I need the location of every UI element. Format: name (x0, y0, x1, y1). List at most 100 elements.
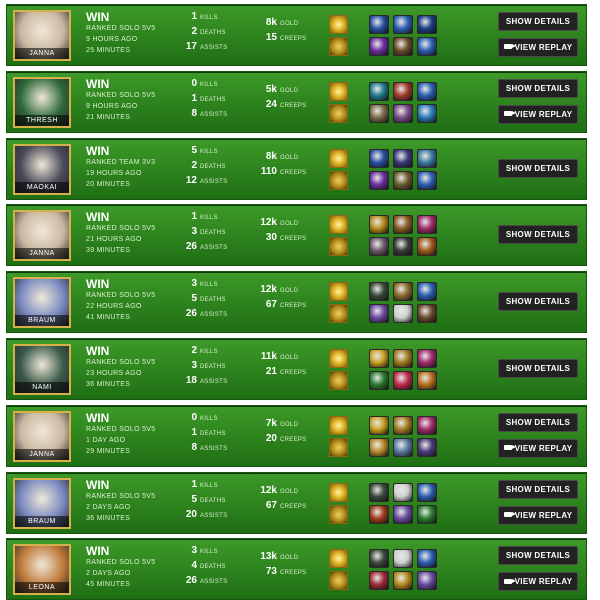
stat-deaths: 3 DEATHS (175, 359, 226, 372)
creeps-value: 15 (265, 32, 277, 43)
stat-gold: 8k GOLD (253, 16, 298, 29)
assists-value: 8 (191, 441, 197, 453)
stat-gold: 5k GOLD (253, 83, 298, 96)
show-details-button[interactable]: SHOW DETAILS (498, 412, 578, 432)
game-mode: RANKED SOLO 5V5 (86, 492, 156, 500)
show-details-button[interactable]: SHOW DETAILS (498, 225, 578, 245)
item-icon (393, 415, 413, 435)
stat-kills: 3 KILLS (175, 544, 218, 557)
match-result: WIN (86, 76, 110, 91)
gold-label: GOLD (280, 288, 299, 295)
kills-value: 0 (191, 411, 197, 423)
creeps-label: CREEPS (280, 370, 307, 376)
game-mode: RANKED SOLO 5V5 (86, 559, 156, 567)
deaths-label: DEATHS (200, 497, 226, 504)
match-duration: 20 MINUTES (86, 180, 131, 188)
stat-kills: 1 KILLS (175, 10, 218, 23)
match-duration: 25 MINUTES (86, 47, 131, 54)
deaths-value: 1 (191, 426, 197, 438)
show-details-button[interactable]: SHOW DETAILS (498, 158, 578, 178)
deaths-label: DEATHS (200, 364, 226, 370)
time-ago: 1 DAY AGO (86, 436, 126, 444)
item-icon (369, 15, 389, 34)
item-icon (369, 103, 389, 123)
flash-spell-icon (329, 148, 348, 168)
stat-deaths: 1 DEATHS (175, 426, 226, 439)
item-icon (393, 371, 413, 390)
show-details-button[interactable]: SHOW DETAILS (498, 479, 578, 499)
time-ago: 23 HOURS AGO (86, 370, 142, 377)
match-result: WIN (86, 210, 110, 225)
gold-label: GOLD (280, 488, 299, 495)
match-duration: 41 MINUTES (86, 314, 131, 322)
match-result: WIN (86, 410, 110, 425)
match-duration: 21 MINUTES (86, 113, 131, 121)
creeps-value: 24 (265, 98, 277, 110)
match-result: WIN (86, 143, 110, 158)
deaths-value: 2 (191, 26, 197, 37)
stat-kills: 0 KILLS (175, 77, 218, 90)
item-icon (393, 237, 413, 257)
flash-spell-icon (329, 415, 348, 435)
stat-creeps: 73 CREEPS (253, 565, 306, 578)
assists-label: ASSISTS (200, 512, 228, 519)
deaths-value: 5 (191, 493, 197, 505)
match-row: BRAUM WIN RANKED SOLO 5V5 22 HOURS AGO 41 MI… (6, 271, 587, 334)
champion-portrait: JANNA (13, 210, 71, 262)
champion-portrait: JANNA (13, 410, 71, 462)
stat-gold: 12k GOLD (253, 216, 298, 229)
show-details-button[interactable]: SHOW DETAILS (498, 292, 578, 312)
view-replay-button[interactable]: VIEW REPLAY (498, 438, 578, 458)
kills-label: KILLS (200, 349, 218, 355)
kills-label: KILLS (200, 549, 218, 556)
view-replay-button[interactable]: VIEW REPLAY (498, 505, 578, 525)
video-camera-icon (503, 44, 516, 50)
stat-creeps: 67 CREEPS (253, 298, 306, 311)
gold-value: 8k (265, 17, 277, 28)
view-replay-label: VIEW REPLAY (514, 510, 573, 520)
item-icon (393, 148, 413, 168)
item-icon (417, 437, 437, 457)
item-icon (417, 304, 437, 324)
assists-label: ASSISTS (200, 445, 228, 452)
summoner-spell-icon (329, 437, 348, 457)
show-details-button[interactable]: SHOW DETAILS (498, 78, 578, 98)
gold-value: 11k (260, 351, 277, 362)
item-icon (369, 237, 389, 257)
view-replay-button[interactable]: VIEW REPLAY (498, 38, 578, 57)
stat-kills: 0 KILLS (175, 411, 218, 424)
champion-portrait: LEONA (13, 544, 71, 596)
gold-label: GOLD (280, 154, 299, 161)
video-camera-icon (503, 511, 516, 517)
flash-spell-icon (329, 549, 348, 569)
gold-value: 13k (260, 551, 277, 563)
flash-spell-icon (329, 282, 348, 302)
item-icon (393, 170, 413, 190)
item-icon (369, 415, 389, 435)
kills-label: KILLS (200, 415, 218, 422)
stat-assists: 8 ASSISTS (175, 441, 227, 454)
gold-label: GOLD (280, 221, 299, 228)
stat-assists: 18 ASSISTS (175, 374, 227, 387)
match-result: WIN (86, 477, 110, 492)
champion-portrait: BRAUM (13, 477, 71, 529)
deaths-label: DEATHS (200, 230, 226, 237)
view-replay-button[interactable]: VIEW REPLAY (498, 104, 578, 124)
item-icon (393, 549, 413, 569)
match-result: WIN (86, 544, 110, 559)
assists-label: ASSISTS (200, 245, 228, 252)
item-icon (393, 282, 413, 302)
item-icon (393, 37, 413, 56)
item-icon (369, 504, 389, 524)
show-details-button[interactable]: SHOW DETAILS (498, 12, 578, 31)
show-details-button[interactable]: SHOW DETAILS (498, 546, 578, 566)
game-mode: RANKED SOLO 5V5 (86, 359, 156, 366)
stat-kills: 5 KILLS (175, 144, 218, 157)
item-icon (393, 103, 413, 123)
view-replay-label: VIEW REPLAY (514, 109, 573, 119)
summoner-spell-icon (329, 37, 348, 56)
view-replay-button[interactable]: VIEW REPLAY (498, 572, 578, 592)
creeps-label: CREEPS (280, 36, 307, 42)
stat-deaths: 2 DEATHS (175, 159, 226, 172)
show-details-button[interactable]: SHOW DETAILS (498, 359, 578, 378)
